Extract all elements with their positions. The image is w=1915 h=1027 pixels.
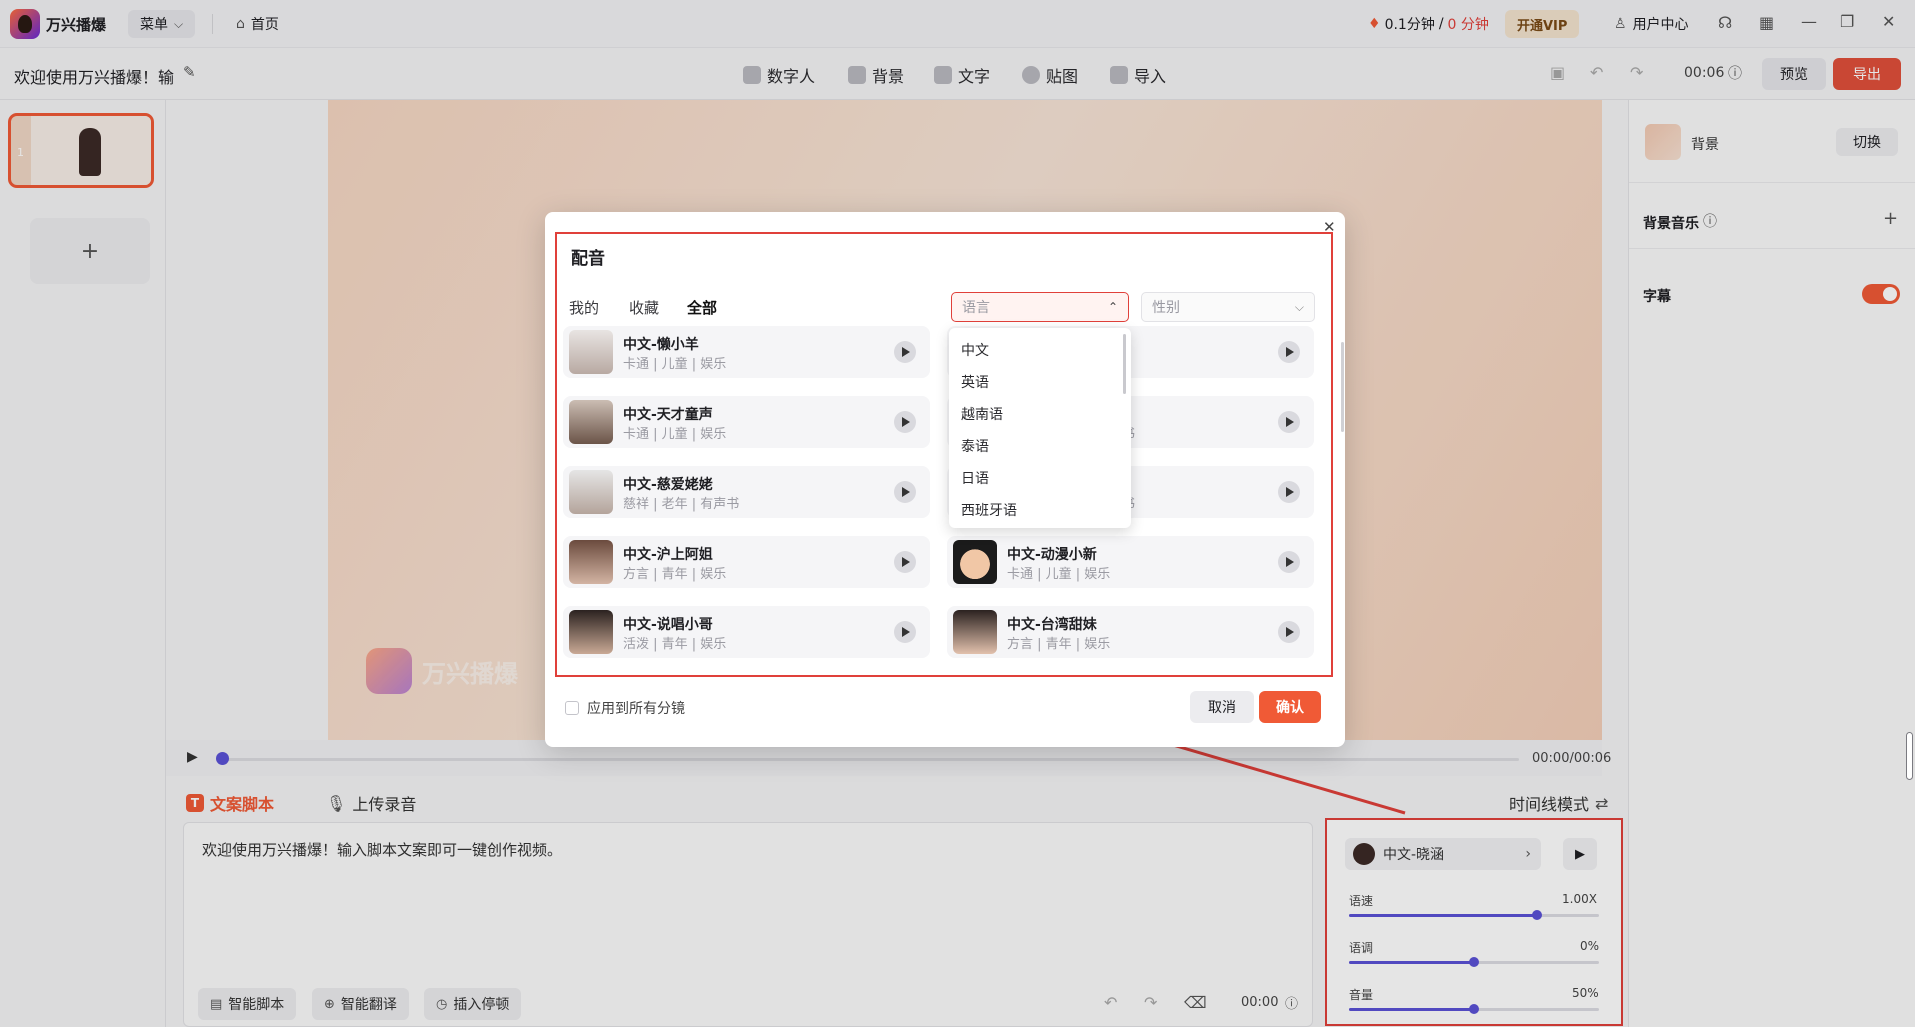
page-scrollbar[interactable]	[1906, 732, 1913, 780]
voice-card[interactable]: 中文-慈爱姥姥 慈祥 | 老年 | 有声书	[563, 466, 930, 518]
voice-card[interactable]: 中文-天才童声 卡通 | 儿童 | 娱乐	[563, 396, 930, 448]
dropdown-item[interactable]: 西班牙语	[949, 494, 1131, 526]
language-select[interactable]: 语言 ⌃	[951, 292, 1129, 322]
play-icon[interactable]	[1278, 481, 1300, 503]
cancel-button[interactable]: 取消	[1190, 691, 1254, 723]
voice-tags: 慈祥 | 老年 | 有声书	[623, 497, 740, 512]
dropdown-item[interactable]: 英语	[949, 366, 1131, 398]
apply-all-checkbox[interactable]: 应用到所有分镜	[565, 698, 685, 718]
confirm-button[interactable]: 确认	[1259, 691, 1321, 723]
play-icon[interactable]	[894, 341, 916, 363]
dropdown-item[interactable]: 中文	[949, 334, 1131, 366]
tab-mine[interactable]: 我的	[569, 297, 599, 318]
voice-tags: 方言 | 青年 | 娱乐	[1007, 637, 1111, 652]
voice-name: 中文-懒小羊	[623, 337, 699, 353]
voice-avatar	[569, 470, 613, 514]
voice-name: 中文-天才童声	[623, 407, 713, 423]
voice-dialog: ✕ 配音 我的 收藏 全部 语言 ⌃ 性别 ⌵ 中文-懒小羊 卡通 | 儿童 |…	[545, 212, 1345, 747]
voice-card[interactable]: 中文-动漫小新 卡通 | 儿童 | 娱乐	[947, 536, 1314, 588]
play-icon[interactable]	[1278, 621, 1300, 643]
voice-tags: 活泼 | 青年 | 娱乐	[623, 637, 727, 652]
gender-select[interactable]: 性别 ⌵	[1141, 292, 1315, 322]
play-icon[interactable]	[894, 481, 916, 503]
voice-name: 中文-慈爱姥姥	[623, 477, 713, 493]
dropdown-scrollbar[interactable]	[1123, 334, 1126, 394]
voice-avatar	[953, 540, 997, 584]
play-icon[interactable]	[1278, 551, 1300, 573]
chevron-up-icon: ⌃	[1107, 300, 1118, 314]
play-icon[interactable]	[1278, 411, 1300, 433]
apply-all-label: 应用到所有分镜	[587, 701, 685, 717]
voice-tags: 卡通 | 儿童 | 娱乐	[1007, 567, 1111, 582]
voice-name: 中文-动漫小新	[1007, 547, 1097, 563]
voice-tags: 方言 | 青年 | 娱乐	[623, 567, 727, 582]
voice-tags: 卡通 | 儿童 | 娱乐	[623, 357, 727, 372]
tab-favorites[interactable]: 收藏	[629, 297, 659, 318]
tab-all[interactable]: 全部	[687, 297, 717, 318]
voice-name: 中文-说唱小哥	[623, 617, 713, 633]
checkbox-box[interactable]	[565, 701, 579, 715]
dropdown-item[interactable]: 日语	[949, 462, 1131, 494]
voice-name: 中文-沪上阿姐	[623, 547, 713, 563]
voice-card[interactable]: 中文-说唱小哥 活泼 | 青年 | 娱乐	[563, 606, 930, 658]
voice-tags: 卡通 | 儿童 | 娱乐	[623, 427, 727, 442]
voice-card[interactable]: 中文-懒小羊 卡通 | 儿童 | 娱乐	[563, 326, 930, 378]
gender-placeholder: 性别	[1152, 300, 1180, 316]
chevron-down-icon: ⌵	[1294, 299, 1304, 314]
dropdown-item[interactable]: 泰语	[949, 430, 1131, 462]
list-scrollbar[interactable]	[1341, 342, 1344, 432]
play-icon[interactable]	[894, 551, 916, 573]
voice-card[interactable]: 中文-台湾甜妹 方言 | 青年 | 娱乐	[947, 606, 1314, 658]
dialog-title: 配音	[571, 249, 605, 269]
play-icon[interactable]	[894, 411, 916, 433]
voice-avatar	[569, 400, 613, 444]
voice-card[interactable]: 中文-沪上阿姐 方言 | 青年 | 娱乐	[563, 536, 930, 588]
play-icon[interactable]	[1278, 341, 1300, 363]
voice-list: 中文-懒小羊 卡通 | 儿童 | 娱乐 中文-天才童声 卡通 | 儿童 | 娱乐…	[563, 326, 1323, 674]
play-icon[interactable]	[894, 621, 916, 643]
dropdown-item[interactable]: 越南语	[949, 398, 1131, 430]
voice-avatar	[569, 610, 613, 654]
voice-avatar	[953, 610, 997, 654]
voice-avatar	[569, 330, 613, 374]
voice-avatar	[569, 540, 613, 584]
language-placeholder: 语言	[962, 300, 990, 316]
voice-name: 中文-台湾甜妹	[1007, 617, 1097, 633]
language-dropdown: 中文 英语 越南语 泰语 日语 西班牙语	[949, 328, 1131, 528]
